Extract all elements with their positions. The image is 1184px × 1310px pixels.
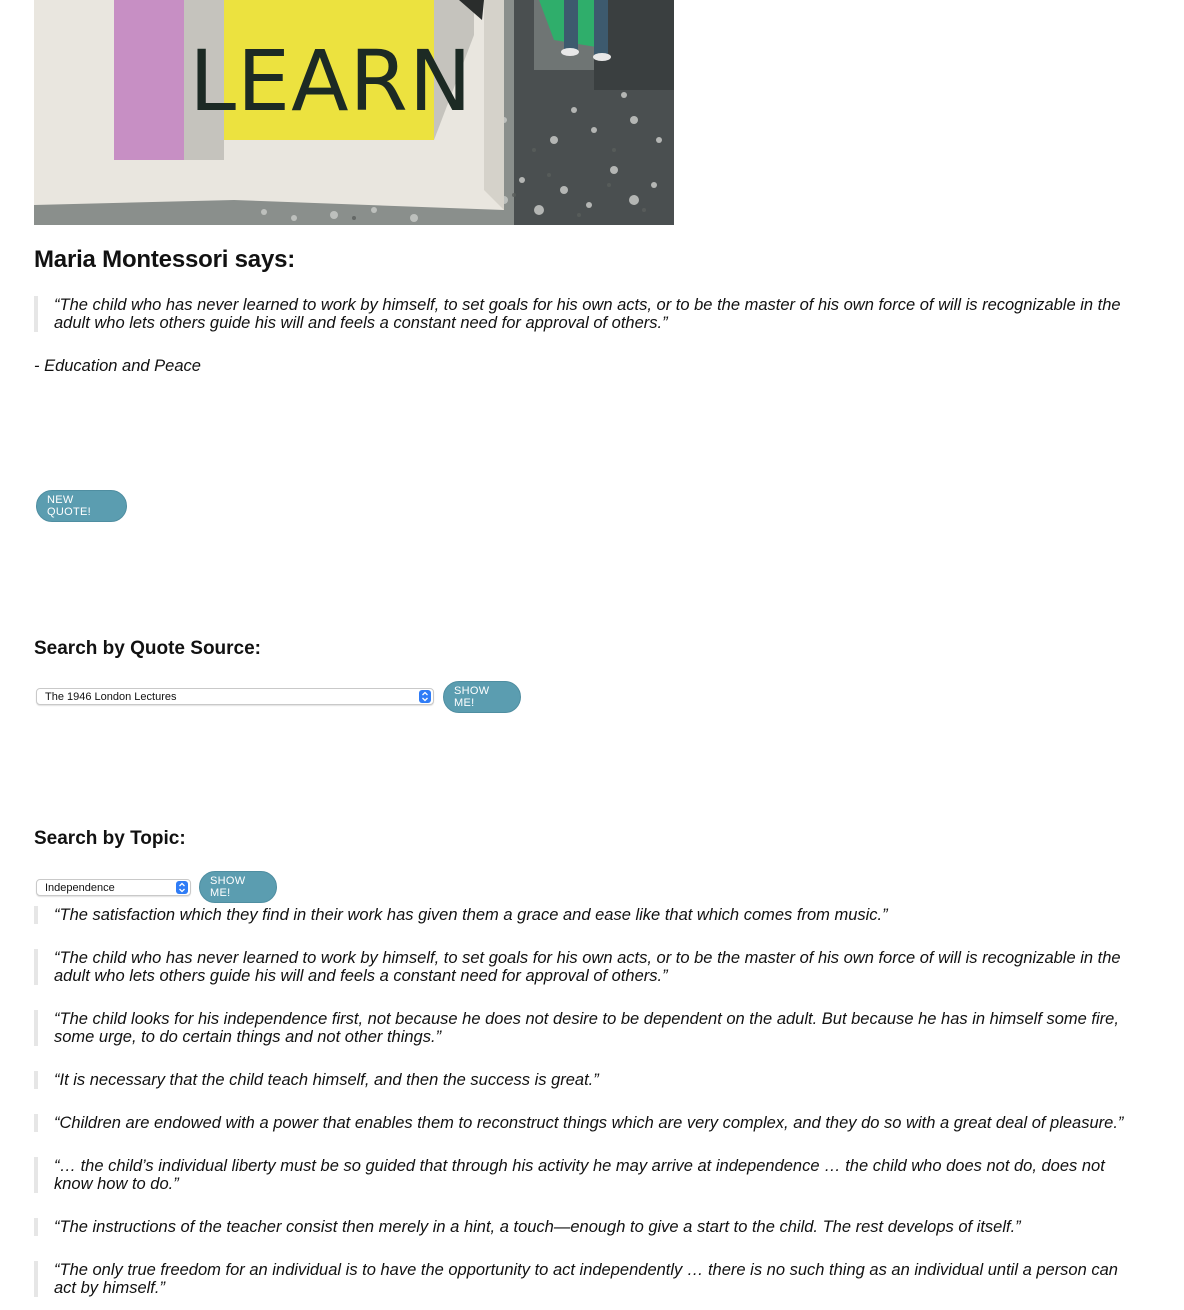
featured-quote-source: - Education and Peace bbox=[34, 357, 201, 375]
hero-sign-text: LEARN bbox=[189, 32, 473, 130]
topic-quote: “Children are endowed with a power that … bbox=[34, 1114, 1144, 1132]
topic-quote: “The child looks for his independence fi… bbox=[34, 1010, 1144, 1046]
select-chevron-icon bbox=[176, 881, 188, 894]
topic-select-value: Independence bbox=[45, 881, 115, 894]
show-topic-button[interactable]: SHOW ME! bbox=[199, 871, 277, 903]
page: LEARN Maria Montessori says: “The child … bbox=[0, 0, 1184, 1310]
topic-quote: “… the child’s individual liberty must b… bbox=[34, 1157, 1144, 1193]
featured-quote: “The child who has never learned to work… bbox=[34, 296, 1144, 332]
topic-quote: “The only true freedom for an individual… bbox=[34, 1261, 1144, 1297]
topic-quote-list: “The satisfaction which they find in the… bbox=[34, 906, 1144, 1310]
topic-quote: “The child who has never learned to work… bbox=[34, 949, 1144, 985]
search-source-heading: Search by Quote Source: bbox=[34, 638, 262, 659]
search-topic-heading: Search by Topic: bbox=[34, 828, 186, 849]
show-source-button[interactable]: SHOW ME! bbox=[443, 681, 521, 713]
hero-image: LEARN bbox=[34, 0, 674, 225]
source-select[interactable]: The 1946 London Lectures bbox=[36, 688, 434, 705]
source-select-value: The 1946 London Lectures bbox=[45, 690, 177, 703]
topic-quote: “The instructions of the teacher consist… bbox=[34, 1218, 1144, 1236]
select-chevron-icon bbox=[419, 690, 431, 703]
topic-select[interactable]: Independence bbox=[36, 879, 191, 896]
topic-quote: “The satisfaction which they find in the… bbox=[34, 906, 1144, 924]
author-heading: Maria Montessori says: bbox=[34, 246, 296, 273]
new-quote-button[interactable]: NEW QUOTE! bbox=[36, 490, 127, 522]
topic-quote: “It is necessary that the child teach hi… bbox=[34, 1071, 1144, 1089]
